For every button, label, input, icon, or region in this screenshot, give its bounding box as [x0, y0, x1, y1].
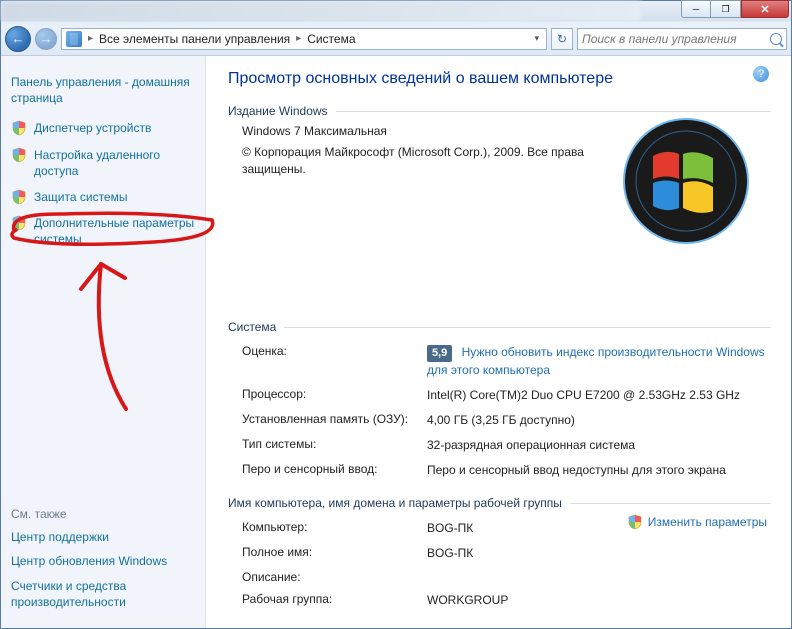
- sidebar-item-label: Дополнительные параметры системы: [34, 215, 195, 247]
- ram-value: 4,00 ГБ (3,25 ГБ доступно): [427, 412, 771, 429]
- address-dropdown-icon[interactable]: ▾: [531, 33, 542, 44]
- desc-value: [427, 570, 771, 584]
- desc-label: Описание:: [242, 570, 427, 584]
- shield-icon: [11, 147, 27, 163]
- pen-value: Перо и сенсорный ввод недоступны для это…: [427, 462, 771, 479]
- systype-value: 32-разрядная операционная система: [427, 437, 771, 454]
- windows-logo: [611, 106, 761, 256]
- window-controls: ─ ❐ ✕: [681, 0, 789, 18]
- sidebar-item-advanced-settings[interactable]: Дополнительные параметры системы: [11, 215, 195, 247]
- sidebar: Панель управления - домашняя страница Ди…: [1, 56, 206, 628]
- address-bar: ▸ Все элементы панели управления ▸ Систе…: [1, 22, 791, 56]
- titlebar: ─ ❐ ✕: [1, 1, 791, 22]
- section-activation-legend: Активация Windows: [228, 627, 347, 628]
- change-settings-label: Изменить параметры: [648, 515, 767, 529]
- maximize-button[interactable]: ❐: [711, 0, 741, 18]
- section-edition-legend: Издание Windows: [228, 104, 336, 118]
- nav-back-button[interactable]: [5, 26, 31, 52]
- rating-badge: 5,9: [427, 345, 452, 362]
- rating-update-link[interactable]: Нужно обновить индекс производительности…: [427, 345, 765, 377]
- cpu-value: Intel(R) Core(TM)2 Duo CPU E7200 @ 2.53G…: [427, 387, 771, 404]
- cpu-label: Процессор:: [242, 387, 427, 404]
- sidebar-link-perf[interactable]: Счетчики и средства производительности: [11, 578, 195, 610]
- computer-value: BOG-ПК: [427, 520, 627, 537]
- titlebar-blur: [1, 1, 641, 21]
- sidebar-item-label: Настройка удаленного доступа: [34, 147, 195, 179]
- control-panel-icon: [66, 31, 82, 47]
- search-icon: [770, 33, 782, 45]
- rating-label: Оценка:: [242, 344, 427, 379]
- breadcrumb-sep: ▸: [88, 33, 93, 44]
- breadcrumb-sep: ▸: [296, 33, 301, 44]
- page-title: Просмотр основных сведений о вашем компь…: [228, 70, 771, 88]
- search-placeholder: Поиск в панели управления: [582, 32, 737, 46]
- sidebar-footer-header: См. также: [11, 507, 195, 521]
- shield-icon: [627, 514, 643, 530]
- copyright-text: © Корпорация Майкрософт (Microsoft Corp.…: [242, 144, 602, 178]
- sidebar-item-remote-settings[interactable]: Настройка удаленного доступа: [11, 147, 195, 179]
- section-system: Система Оценка: 5,9 Нужно обновить индек…: [228, 320, 771, 482]
- sidebar-item-label: Защита системы: [34, 189, 127, 205]
- sidebar-home-link[interactable]: Панель управления - домашняя страница: [11, 74, 195, 106]
- body: Панель управления - домашняя страница Ди…: [1, 56, 791, 628]
- help-button[interactable]: ?: [753, 66, 769, 82]
- sidebar-item-device-manager[interactable]: Диспетчер устройств: [11, 120, 195, 136]
- section-activation: Активация Windows: [228, 627, 771, 628]
- section-naming-legend: Имя компьютера, имя домена и параметры р…: [228, 496, 570, 510]
- section-naming: Имя компьютера, имя домена и параметры р…: [228, 496, 771, 612]
- close-button[interactable]: ✕: [741, 0, 789, 18]
- search-box[interactable]: Поиск в панели управления: [577, 28, 787, 50]
- sidebar-link-update[interactable]: Центр обновления Windows: [11, 553, 195, 569]
- minimize-button[interactable]: ─: [681, 0, 711, 18]
- sidebar-item-label: Диспетчер устройств: [34, 120, 151, 136]
- content-area: ? Просмотр основных сведений о вашем ком…: [206, 56, 791, 628]
- refresh-button[interactable]: ↻: [551, 28, 573, 50]
- fullname-label: Полное имя:: [242, 545, 427, 562]
- pen-label: Перо и сенсорный ввод:: [242, 462, 427, 479]
- nav-forward-button[interactable]: [35, 28, 57, 50]
- breadcrumb-item[interactable]: Система: [307, 32, 355, 46]
- sidebar-link-support[interactable]: Центр поддержки: [11, 529, 195, 545]
- computer-label: Компьютер:: [242, 520, 427, 537]
- sidebar-footer: См. также Центр поддержки Центр обновлен…: [11, 497, 195, 618]
- section-system-legend: Система: [228, 320, 284, 334]
- workgroup-label: Рабочая группа:: [242, 592, 427, 609]
- address-box[interactable]: ▸ Все элементы панели управления ▸ Систе…: [61, 28, 547, 50]
- sidebar-item-system-protection[interactable]: Защита системы: [11, 189, 195, 205]
- systype-label: Тип системы:: [242, 437, 427, 454]
- fullname-value: BOG-ПК: [427, 545, 771, 562]
- workgroup-value: WORKGROUP: [427, 592, 771, 609]
- system-properties-window: ─ ❐ ✕ ▸ Все элементы панели управления ▸…: [0, 0, 792, 629]
- shield-icon: [11, 189, 27, 205]
- ram-label: Установленная память (ОЗУ):: [242, 412, 427, 429]
- change-settings-link[interactable]: Изменить параметры: [627, 514, 767, 530]
- breadcrumb-item[interactable]: Все элементы панели управления: [99, 32, 290, 46]
- shield-icon: [11, 215, 27, 231]
- shield-icon: [11, 120, 27, 136]
- section-edition: Издание Windows: [228, 104, 771, 306]
